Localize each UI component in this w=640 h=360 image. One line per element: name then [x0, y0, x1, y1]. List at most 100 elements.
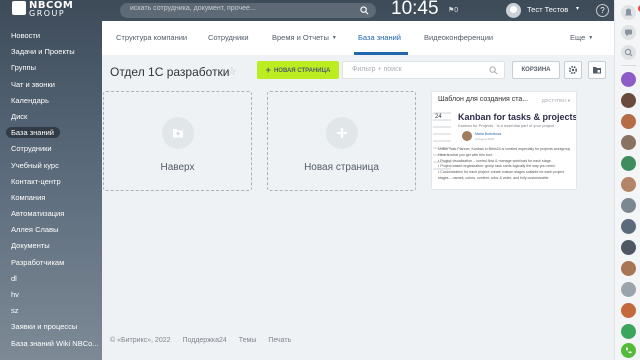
- sidebar-item-knowledge-base[interactable]: База знаний: [0, 125, 102, 141]
- sidebar-item-company[interactable]: Компания: [0, 190, 102, 206]
- avatar[interactable]: [621, 324, 636, 339]
- logo-mark: [12, 1, 26, 15]
- template-heading: Kanban for tasks & projects: [458, 112, 577, 122]
- folder-button[interactable]: [588, 61, 606, 79]
- sidebar-item-sz[interactable]: sz: [0, 303, 102, 319]
- sidebar-item-groups[interactable]: Группы: [0, 60, 102, 76]
- tab-knowledge-base[interactable]: База знаний: [358, 33, 401, 42]
- sidebar-item-documents[interactable]: Документы: [0, 238, 102, 254]
- new-page-card[interactable]: Новая страница: [267, 91, 416, 191]
- tab-time-reports-label: Время и Отчеты: [272, 33, 329, 42]
- footer-copyright: © «Битрикс», 2022: [110, 337, 171, 344]
- go-up-card[interactable]: Наверх: [103, 91, 252, 191]
- messages-icon[interactable]: [621, 25, 636, 40]
- sidebar-item-employees[interactable]: Сотрудники: [0, 141, 102, 157]
- filter-search-input[interactable]: Фильтр + поиск: [342, 61, 505, 79]
- help-icon[interactable]: ?: [596, 4, 609, 17]
- tab-company-structure[interactable]: Структура компании: [116, 33, 187, 42]
- sidebar-item-calendar[interactable]: Календарь: [0, 93, 102, 109]
- new-page-button-label: НОВАЯ СТРАНИЦА: [273, 68, 331, 74]
- chevron-down-icon[interactable]: ▾: [576, 5, 579, 12]
- sidebar-item-tasks[interactable]: Задачи и Проекты: [0, 44, 102, 60]
- left-menu: Новости Задачи и Проекты Группы Чат и зв…: [0, 28, 102, 352]
- up-folder-icon: [162, 117, 194, 149]
- plus-icon: +: [265, 65, 271, 75]
- settings-button[interactable]: [564, 61, 582, 79]
- logo-text-line2: GROUP: [29, 9, 66, 18]
- avatar[interactable]: [621, 135, 636, 150]
- avatar[interactable]: [621, 198, 636, 213]
- template-line: stages – names, colors, content, color &…: [438, 175, 549, 180]
- template-line: Unlike Task Planner, Kanban in Bitrix24 …: [438, 147, 570, 151]
- sidebar-item-training[interactable]: Учебный курс: [0, 158, 102, 174]
- template-page-card[interactable]: Шаблон для создания ста... ДОСТУПЕН ▾ 24…: [431, 91, 577, 190]
- template-date: 2 August 2016: [475, 137, 495, 141]
- tab-video-conferences[interactable]: Видеоконференции: [424, 33, 493, 42]
- avatar[interactable]: [621, 240, 636, 255]
- call-icon[interactable]: [621, 343, 636, 358]
- main-content: Структура компании Сотрудники Время и От…: [102, 21, 614, 360]
- sidebar-item-hv[interactable]: hv: [0, 287, 102, 303]
- rail-divider: [621, 65, 636, 66]
- avatar[interactable]: [621, 303, 636, 318]
- sidebar-item-wiki[interactable]: База знаний Wiki NBCo...: [0, 336, 102, 352]
- template-body: Unlike Task Planner, Kanban in Bitrix24 …: [438, 147, 570, 182]
- template-status-badge: ДОСТУПЕН ▾: [542, 98, 570, 104]
- sidebar-item-automation[interactable]: Автоматизация: [0, 206, 102, 222]
- trash-button[interactable]: КОРЗИНА: [512, 61, 560, 79]
- user-name[interactable]: Тест Тестов: [527, 5, 568, 14]
- active-tab-indicator: [354, 52, 408, 55]
- footer-support-link[interactable]: Поддержка24: [182, 337, 226, 344]
- user-avatar[interactable]: [506, 3, 521, 18]
- avatar[interactable]: [621, 219, 636, 234]
- author-avatar: [462, 131, 472, 141]
- sidebar-item-developers[interactable]: Разработчикам: [0, 255, 102, 271]
- global-search-input[interactable]: искать сотрудника, документ, прочее...: [120, 3, 376, 18]
- avatar[interactable]: [621, 282, 636, 297]
- search-icon[interactable]: [360, 6, 369, 15]
- flag-count: 0: [454, 7, 459, 14]
- avatar[interactable]: [621, 114, 636, 129]
- bell-icon[interactable]: 18: [621, 5, 640, 20]
- search-icon[interactable]: [489, 66, 498, 75]
- clock-time[interactable]: 10:45: [391, 0, 439, 20]
- template-status-label: ДОСТУПЕН: [541, 98, 567, 103]
- template-subheading: Kanban for Projects · is a essential par…: [458, 123, 555, 128]
- sidebar-item-hall-of-fame[interactable]: Аллея Славы: [0, 222, 102, 238]
- search-placeholder: искать сотрудника, документ, прочее...: [130, 5, 256, 12]
- filter-placeholder: Фильтр + поиск: [352, 66, 402, 73]
- tab-time-reports[interactable]: Время и Отчеты ▼: [272, 33, 337, 42]
- new-page-card-label: Новая страница: [304, 162, 379, 173]
- chevron-down-icon: ▾: [567, 98, 570, 103]
- sidebar-item-news[interactable]: Новости: [0, 28, 102, 44]
- company-logo[interactable]: NBCOM GROUP: [12, 0, 90, 19]
- plus-icon: [326, 117, 358, 149]
- page-title: Отдел 1С разработки: [110, 65, 230, 79]
- search-icon[interactable]: [621, 45, 636, 60]
- footer-print-link[interactable]: Печать: [268, 337, 291, 344]
- avatar[interactable]: [621, 156, 636, 171]
- template-number: 24: [435, 114, 442, 120]
- template-title[interactable]: Шаблон для создания ста...: [438, 96, 528, 103]
- star-icon[interactable]: ☆: [227, 65, 237, 78]
- top-bar: NBCOM GROUP искать сотрудника, документ,…: [0, 0, 614, 20]
- chevron-down-icon: ▼: [331, 35, 337, 41]
- sidebar-item-requests[interactable]: Заявки и процессы: [0, 319, 102, 335]
- avatar[interactable]: [621, 93, 636, 108]
- new-page-button[interactable]: + НОВАЯ СТРАНИЦА: [257, 61, 339, 79]
- avatar[interactable]: [621, 261, 636, 276]
- chevron-down-icon: ▼: [588, 35, 594, 41]
- sidebar-item-contact-center[interactable]: Контакт-центр: [0, 174, 102, 190]
- sidebar-item-dl[interactable]: dl: [0, 271, 102, 287]
- avatar[interactable]: [621, 177, 636, 192]
- tab-employees[interactable]: Сотрудники: [208, 33, 249, 42]
- flag-counter[interactable]: ⚑0: [448, 6, 458, 14]
- footer: © «Битрикс», 2022 Поддержка24 Темы Печат…: [110, 337, 301, 344]
- footer-themes-link[interactable]: Темы: [239, 337, 257, 344]
- sidebar-item-disk[interactable]: Диск: [0, 109, 102, 125]
- avatar[interactable]: [621, 72, 636, 87]
- sidebar-item-chat[interactable]: Чат и звонки: [0, 77, 102, 93]
- tab-more[interactable]: Еще ▼: [570, 33, 593, 42]
- tab-more-label: Еще: [570, 33, 586, 42]
- folder-icon: [593, 67, 601, 74]
